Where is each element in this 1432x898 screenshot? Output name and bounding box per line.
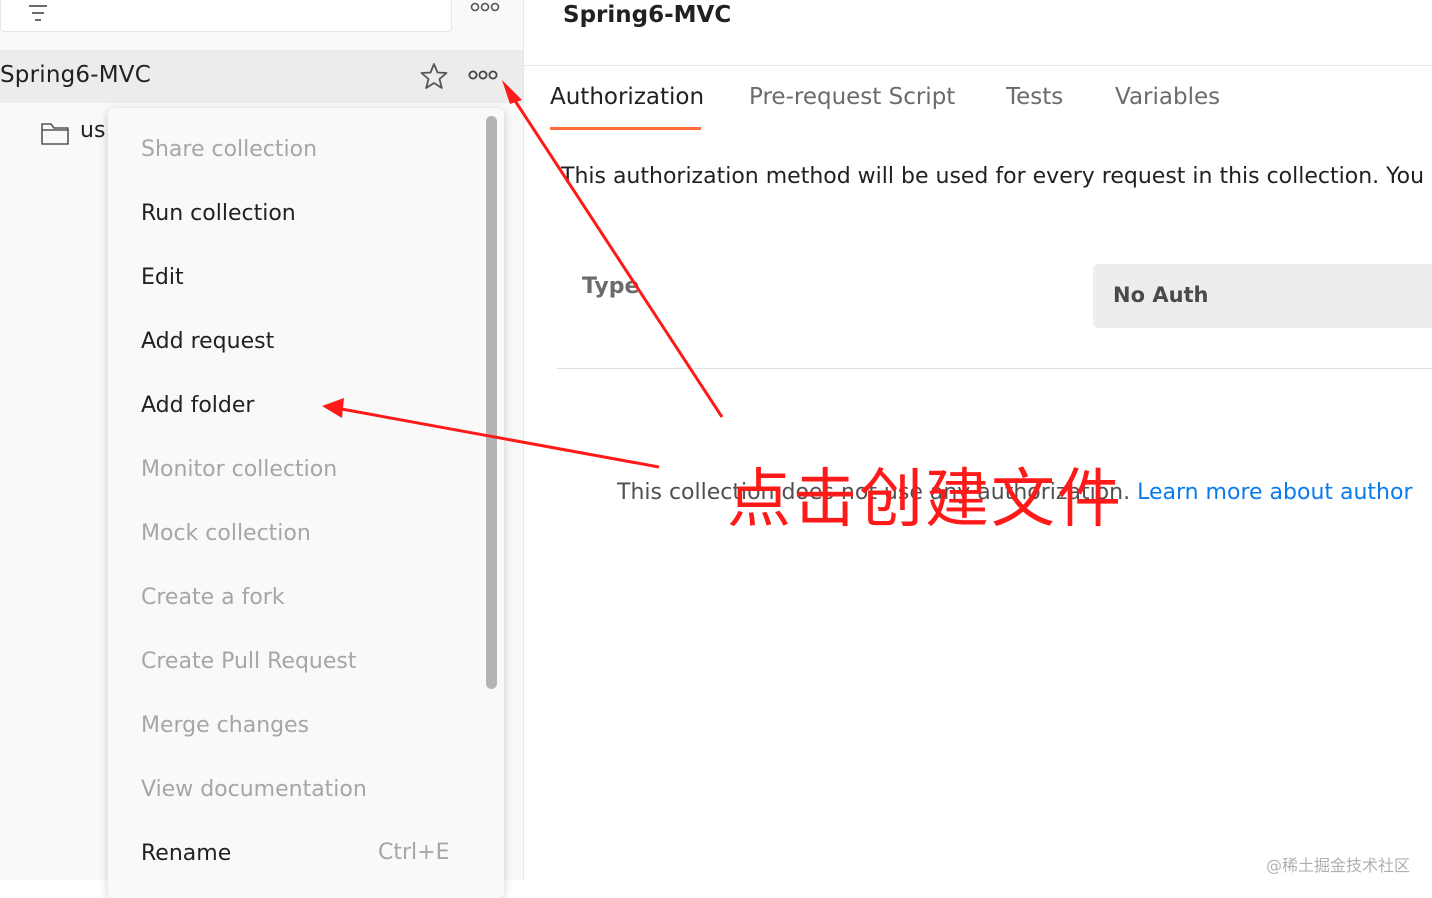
menu-item-view-documentation[interactable]: View documentation [141, 775, 367, 805]
menu-item-add-request[interactable]: Add request [141, 327, 274, 357]
learn-more-link[interactable]: Learn more about author [1137, 480, 1412, 505]
menu-item-edit[interactable]: Edit [141, 263, 184, 293]
tab-authorization[interactable]: Authorization [550, 84, 704, 110]
watermark: @稀土掘金技术社区 [1266, 856, 1411, 875]
menu-item-merge-changes[interactable]: Merge changes [141, 711, 309, 741]
filter-box[interactable] [0, 0, 452, 32]
menu-item-share-collection[interactable]: Share collection [141, 135, 317, 165]
page-title: Spring6-MVC [563, 2, 732, 28]
auth-description: This authorization method will be used f… [561, 164, 1425, 189]
more-icon[interactable] [470, 0, 500, 14]
header-divider [524, 65, 1432, 66]
filter-icon[interactable] [27, 3, 49, 23]
auth-type-select[interactable]: No Auth [1093, 264, 1432, 328]
menu-item-mock-collection[interactable]: Mock collection [141, 519, 311, 549]
collection-row[interactable]: Spring6-MVC [0, 50, 523, 103]
tab-tests[interactable]: Tests [1006, 84, 1063, 110]
auth-type-value: No Auth [1113, 283, 1209, 307]
context-menu: Share collection Run collection Edit Add… [108, 108, 504, 898]
collection-more-icon[interactable] [467, 68, 499, 82]
rename-shortcut: Ctrl+E [378, 840, 450, 865]
type-label: Type [582, 274, 640, 299]
menu-scrollbar[interactable] [486, 116, 497, 689]
annotation-text: 点击创建文件 [727, 463, 1123, 537]
folder-icon [41, 123, 69, 145]
section-divider [557, 368, 1432, 369]
tab-pre-request-script[interactable]: Pre-request Script [749, 84, 955, 110]
menu-item-rename[interactable]: Rename [141, 839, 231, 869]
menu-item-monitor-collection[interactable]: Monitor collection [141, 455, 337, 485]
menu-item-create-fork[interactable]: Create a fork [141, 583, 285, 613]
collection-name: Spring6-MVC [0, 62, 151, 88]
tab-variables[interactable]: Variables [1115, 84, 1220, 110]
menu-item-create-pull-request[interactable]: Create Pull Request [141, 647, 357, 677]
folder-label: us [80, 118, 106, 143]
star-icon[interactable] [420, 62, 448, 90]
menu-item-run-collection[interactable]: Run collection [141, 199, 296, 229]
menu-item-add-folder[interactable]: Add folder [141, 391, 254, 421]
active-tab-indicator [550, 127, 701, 130]
